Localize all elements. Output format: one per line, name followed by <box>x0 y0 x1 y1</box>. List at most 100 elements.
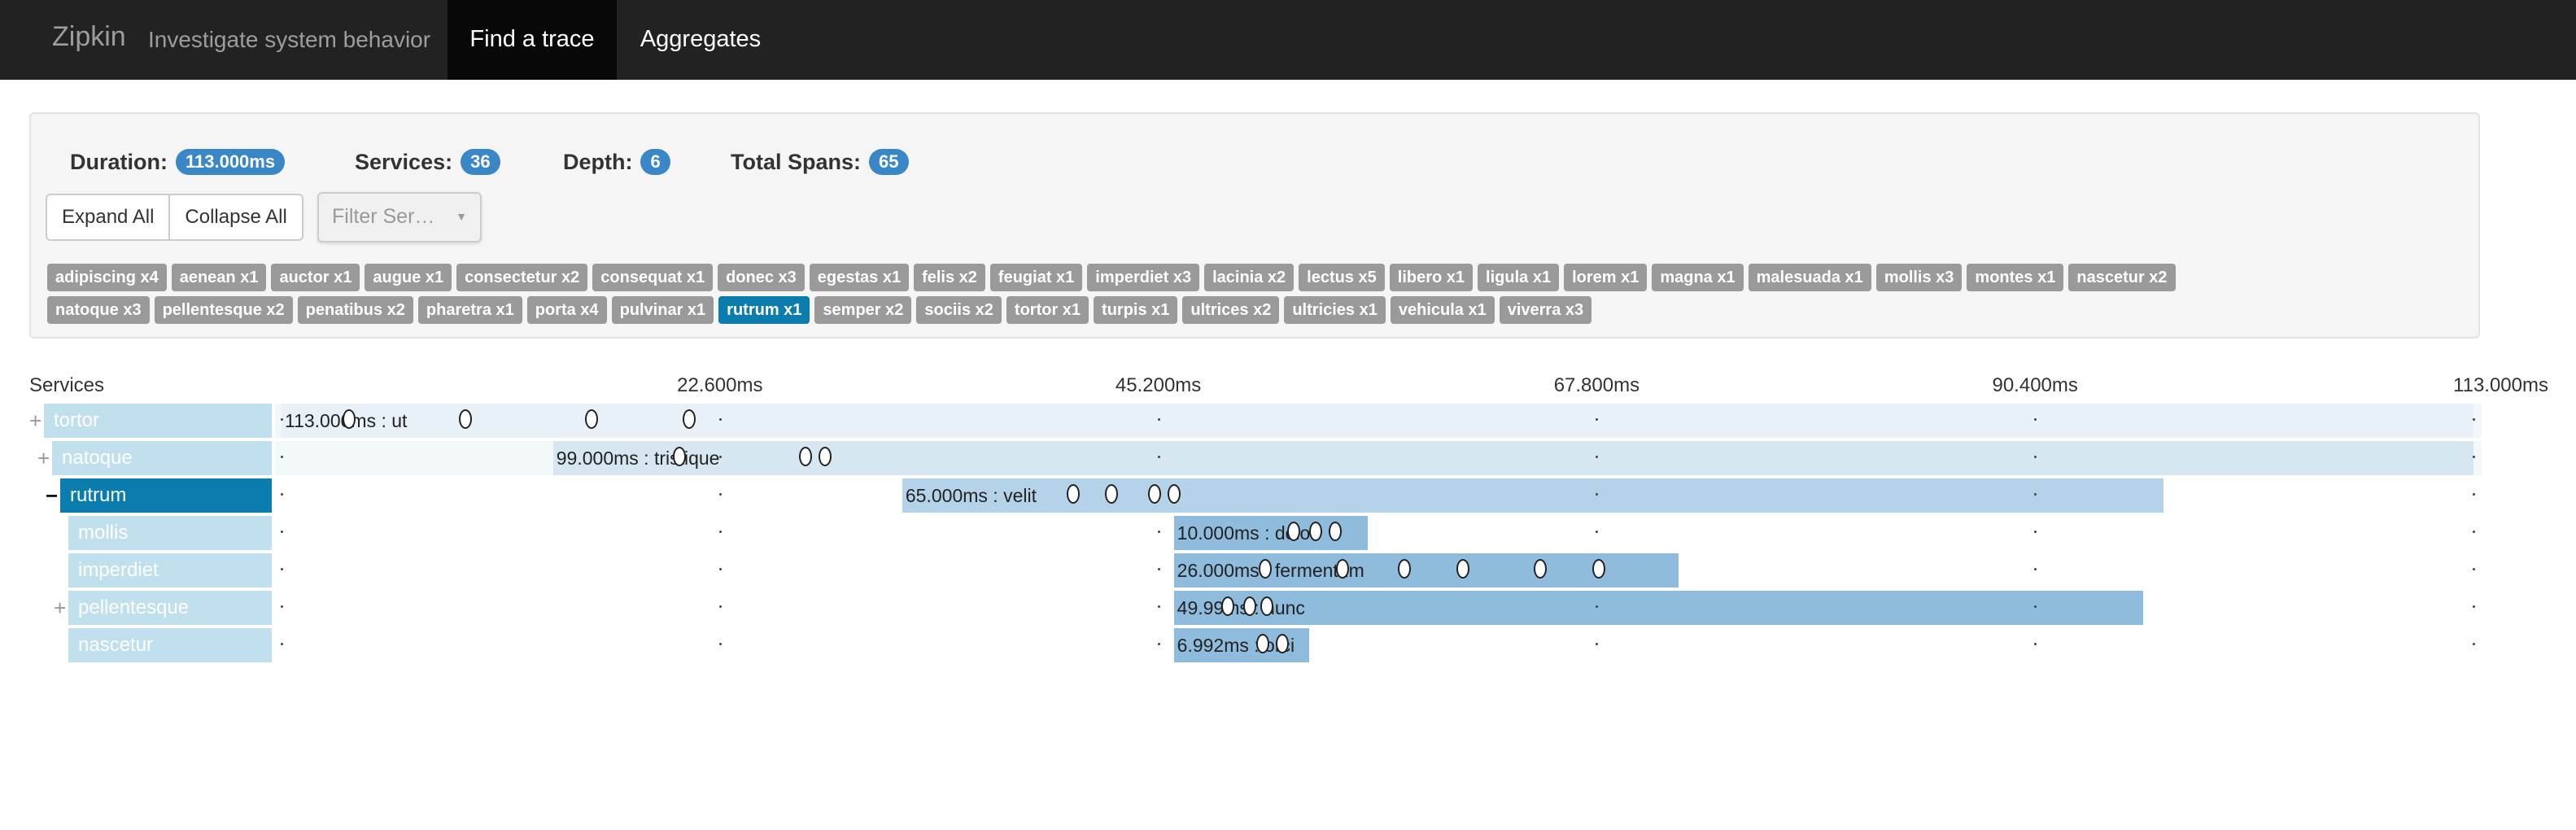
span-row[interactable]: + natoque 99.000ms : tristique <box>0 441 2576 475</box>
services-column-header: Services <box>29 374 105 396</box>
service-tag[interactable]: sociis x2 <box>916 296 1002 324</box>
tick-label: 67.800ms <box>1553 374 1640 396</box>
tick-dot <box>718 568 722 570</box>
service-tag[interactable]: porta x4 <box>526 296 607 324</box>
depth-stat: Depth: 6 <box>563 148 670 177</box>
service-tag[interactable]: pharetra x1 <box>417 296 522 324</box>
annotation-marker-icon[interactable] <box>682 409 696 429</box>
tick-dot <box>281 493 283 496</box>
span-row[interactable]: + pellentesque 49.99ms : nunc <box>0 591 2576 625</box>
annotation-marker-icon[interactable] <box>1336 559 1350 579</box>
service-tag[interactable]: magna x1 <box>1652 264 1744 291</box>
annotation-marker-icon[interactable] <box>1456 559 1469 579</box>
nav-aggregates[interactable]: Aggregates <box>617 0 784 80</box>
span-row[interactable]: mollis 10.000ms : dolor <box>0 516 2576 550</box>
service-tag[interactable]: natoque x3 <box>47 296 150 324</box>
duration-badge: 113.000ms <box>175 148 286 175</box>
service-tag[interactable]: pulvinar x1 <box>611 296 714 324</box>
service-tag[interactable]: lectus x5 <box>1299 264 1385 291</box>
service-tag[interactable]: aenean x1 <box>171 264 267 291</box>
annotation-marker-icon[interactable] <box>672 447 686 466</box>
expand-collapse-group: Expand All Collapse All <box>46 194 303 241</box>
service-tag[interactable]: ligula x1 <box>1478 264 1560 291</box>
tick-dot <box>281 531 283 533</box>
tick-dot <box>1157 568 1160 570</box>
expand-all-button[interactable]: Expand All <box>46 194 171 241</box>
service-tag[interactable]: felis x2 <box>914 264 985 291</box>
services-label: Services: <box>355 150 453 174</box>
service-tag[interactable]: viverra x3 <box>1499 296 1592 324</box>
annotation-marker-icon[interactable] <box>1328 522 1342 541</box>
expand-icon[interactable]: + <box>54 591 66 625</box>
expand-icon[interactable]: + <box>29 404 41 438</box>
navbar: Zipkin Investigate system behavior Find … <box>0 0 2576 80</box>
collapse-all-button[interactable]: Collapse All <box>170 194 303 241</box>
service-tag[interactable]: egestas x1 <box>809 264 910 291</box>
brand-logo[interactable]: Zipkin <box>52 21 126 53</box>
annotation-marker-icon[interactable] <box>1258 559 1272 579</box>
tick-label: 22.600ms <box>677 374 763 396</box>
span-row[interactable]: imperdiet26.000ms : fermentum <box>0 553 2576 588</box>
service-name: rutrum <box>70 484 127 506</box>
service-tag[interactable]: pellentesque x2 <box>154 296 293 324</box>
service-tag[interactable]: feugiat x1 <box>989 264 1083 291</box>
tick-label: 90.400ms <box>1992 374 2078 396</box>
annotation-marker-icon[interactable] <box>1591 559 1605 579</box>
service-tag[interactable]: consequat x1 <box>592 264 714 291</box>
service-tag[interactable]: montes x1 <box>1967 264 2064 291</box>
total-spans-label: Total Spans: <box>731 150 862 174</box>
tick-dot <box>2473 605 2475 608</box>
service-tag[interactable]: vehicula x1 <box>1390 296 1495 324</box>
tick-dot <box>1596 531 1599 533</box>
service-tag[interactable]: penatibus x2 <box>297 296 413 324</box>
service-tag[interactable]: nascetur x2 <box>2068 264 2176 291</box>
service-tag[interactable]: malesuada x1 <box>1748 264 1871 291</box>
span-duration-bar[interactable] <box>902 478 2163 513</box>
annotation-marker-icon[interactable] <box>1242 596 1256 616</box>
service-tag[interactable]: ultricies x1 <box>1284 296 1386 324</box>
tick-dot <box>1157 643 1160 645</box>
service-tag[interactable]: donec x3 <box>718 264 805 291</box>
expand-icon[interactable]: + <box>37 441 50 475</box>
service-tag[interactable]: libero x1 <box>1389 264 1474 291</box>
span-duration-bar[interactable] <box>552 441 2473 475</box>
annotation-marker-icon[interactable] <box>818 447 832 466</box>
service-tag[interactable]: imperdiet x3 <box>1087 264 1200 291</box>
service-tag[interactable]: tortor x1 <box>1006 296 1089 324</box>
service-tag[interactable]: augue x1 <box>365 264 452 291</box>
annotation-marker-icon[interactable] <box>1308 522 1322 541</box>
tick-dot <box>2473 643 2475 645</box>
services-stat: Services: 36 <box>355 148 500 177</box>
tick-dot <box>1157 418 1160 421</box>
service-tag[interactable]: ultrices x2 <box>1182 296 1280 324</box>
filter-services-select[interactable]: Filter Ser… ▼ <box>317 192 482 242</box>
duration-label: Duration: <box>70 150 168 174</box>
service-tag[interactable]: semper x2 <box>814 296 912 324</box>
service-tag[interactable]: consectetur x2 <box>456 264 588 291</box>
collapse-icon[interactable]: − <box>46 478 58 513</box>
service-tag[interactable]: mollis x3 <box>1875 264 1963 291</box>
annotation-marker-icon[interactable] <box>1147 484 1161 504</box>
depth-label: Depth: <box>563 150 633 174</box>
annotation-marker-icon[interactable] <box>798 447 812 466</box>
trace-summary-panel: Duration: 113.000ms Services: 36 Depth: 6 T… <box>29 112 2480 339</box>
annotation-marker-icon[interactable] <box>1167 484 1181 504</box>
nav-find-trace[interactable]: Find a trace <box>448 0 617 80</box>
span-duration-bar[interactable] <box>1173 591 2144 625</box>
service-tag[interactable]: auctor x1 <box>271 264 360 291</box>
services-badge: 36 <box>461 148 500 175</box>
span-row[interactable]: nascetur 6.992ms : orci <box>0 628 2576 662</box>
annotation-marker-icon[interactable] <box>1260 596 1274 616</box>
service-tag[interactable]: rutrum x1 <box>718 296 810 324</box>
span-label: 99.000ms : tristique <box>556 448 720 469</box>
span-row[interactable]: + tortor 113.000ms : ut <box>0 404 2576 438</box>
service-tag[interactable]: lacinia x2 <box>1204 264 1295 291</box>
service-tag[interactable]: lorem x1 <box>1564 264 1648 291</box>
annotation-marker-icon[interactable] <box>1066 484 1080 504</box>
span-duration-bar[interactable] <box>282 404 2473 438</box>
service-tag[interactable]: adipiscing x4 <box>47 264 167 291</box>
tick-dot <box>281 456 283 458</box>
tick-dot <box>2473 418 2475 421</box>
span-row[interactable]: − rutrum 65.000ms : velit <box>0 478 2576 513</box>
service-tag[interactable]: turpis x1 <box>1094 296 1178 324</box>
